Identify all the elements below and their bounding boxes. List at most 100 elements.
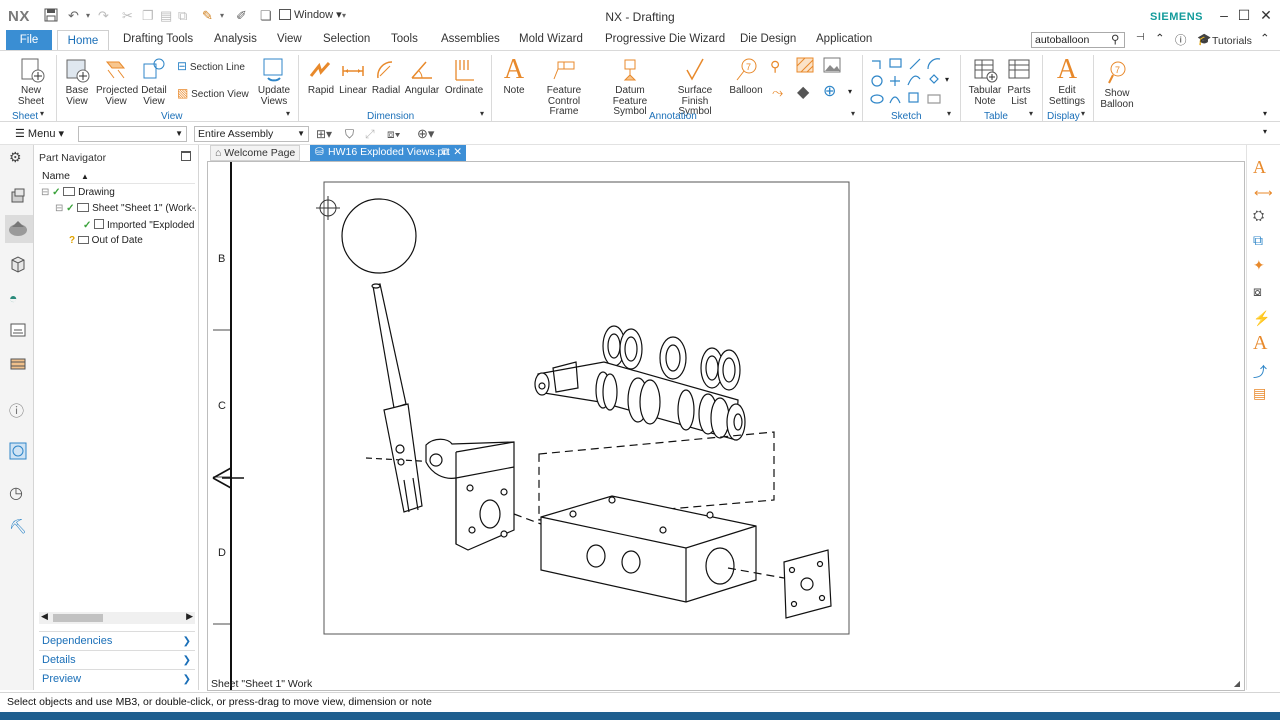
sketch-group-more[interactable]: ▾ — [947, 109, 951, 118]
web-browser-icon[interactable] — [9, 321, 27, 339]
redo-icon[interactable]: ↷ — [98, 8, 109, 24]
view-group-more[interactable]: ▾ — [286, 109, 290, 118]
display-group-more[interactable]: ▾ — [1081, 109, 1085, 118]
gear-icon[interactable]: ⚙ — [9, 149, 27, 167]
note-icon[interactable]: A — [1253, 332, 1267, 355]
snap-options-icon[interactable]: ⧈▾ — [387, 127, 401, 142]
cut-icon[interactable]: ✂ — [122, 8, 133, 24]
tab-progressive-die-wizard[interactable]: Progressive Die Wizard — [605, 33, 725, 45]
tab-application[interactable]: Application — [816, 33, 872, 45]
tab-die-design[interactable]: Die Design — [740, 33, 796, 45]
feature-control-frame-button[interactable]: Feature Control Frame — [533, 56, 595, 118]
scrollbar-thumb[interactable] — [53, 614, 103, 622]
search-icon[interactable]: ⚲ — [1111, 32, 1119, 46]
angular-dimension-button[interactable]: Angular — [404, 56, 440, 97]
base-view-button[interactable]: Base View — [60, 56, 94, 107]
tab-hw16-exploded-views[interactable]: ⛁ HW16 Exploded Views.prt ⧉ ✕ — [310, 145, 466, 161]
curve-icon[interactable]: ⤴ — [1253, 362, 1267, 382]
hd3d-tools-icon[interactable]: ◓ — [9, 290, 27, 308]
system-materials-icon[interactable] — [9, 442, 27, 460]
linear-dim-icon[interactable]: ⟷ — [1254, 185, 1273, 201]
tree-node-drawing[interactable]: ⊟ ✓ Drawing — [41, 187, 195, 198]
center-mark-icon[interactable]: ⊕ — [823, 81, 836, 101]
note-button[interactable]: A Note — [498, 56, 530, 97]
undo-icon[interactable]: ↶ — [68, 8, 79, 24]
ribbon-options-icon[interactable]: ⌃ — [1260, 31, 1270, 45]
system-scenes-icon[interactable]: ⛏ — [9, 518, 27, 536]
hatch-icon[interactable] — [796, 57, 814, 76]
scroll-left-icon[interactable]: ◀ — [41, 611, 48, 622]
dimension-group-more[interactable]: ▾ — [480, 109, 484, 118]
reuse-library-icon[interactable] — [9, 255, 27, 273]
process-studio-icon[interactable]: ⓘ — [9, 400, 27, 420]
new-sheet-button[interactable]: New Sheet — [14, 56, 48, 107]
collapse-toggle-icon[interactable]: ⊟ — [41, 187, 49, 198]
general-selection-icon[interactable]: ⊞▾ — [316, 127, 332, 141]
preview-panel-header[interactable]: Preview ❯ — [39, 669, 195, 688]
tab-analysis[interactable]: Analysis — [214, 33, 257, 45]
navigator-horizontal-scrollbar[interactable]: ◀ ▶ — [39, 611, 195, 624]
pencil-icon[interactable]: ✐ — [236, 8, 247, 24]
help-icon[interactable]: ⓘ — [1175, 32, 1187, 48]
tree-node-imported-view[interactable]: ✓ Imported "Exploded — [83, 219, 197, 231]
collapse-toggle-icon[interactable]: ⊟ — [55, 203, 63, 214]
tab-tools[interactable]: Tools — [391, 33, 418, 45]
maximize-button[interactable]: ☐ — [1237, 7, 1251, 24]
selection-scope-dropdown[interactable]: Entire Assembly ▼ — [194, 126, 309, 142]
tab-welcome-page[interactable]: ⌂ Welcome Page — [210, 145, 301, 161]
tab-file[interactable]: File — [6, 30, 52, 51]
image-icon[interactable] — [823, 57, 841, 76]
tab-assemblies[interactable]: Assemblies — [441, 33, 500, 45]
tree-node-sheet-1[interactable]: ⊟ ✓ Sheet "Sheet 1" (Work-A — [55, 203, 196, 214]
annotation-group-more[interactable]: ▾ — [851, 109, 855, 118]
target-point-icon[interactable]: ◆ — [797, 82, 809, 102]
qat-customize-icon[interactable]: ▾ — [342, 11, 346, 20]
layout-icon[interactable]: ⊣ — [1136, 32, 1145, 43]
tab-drafting-tools[interactable]: Drafting Tools — [123, 33, 193, 45]
detail-view-button[interactable]: Detail View — [138, 56, 170, 107]
toolbar-more-dropdown[interactable]: ▾ — [1263, 127, 1267, 136]
details-panel-header[interactable]: Details ❯ — [39, 650, 195, 669]
tutorials-link[interactable]: Tutorials — [1212, 35, 1252, 47]
undock-icon[interactable]: ⧉ — [442, 145, 450, 160]
tab-mold-wizard[interactable]: Mold Wizard — [519, 33, 583, 45]
section-view-button[interactable]: ▧ Section View — [177, 87, 249, 101]
minimize-button[interactable]: – — [1217, 7, 1231, 23]
switch-window-icon[interactable]: ❏ — [260, 8, 272, 24]
hatch-tool-icon[interactable]: ▤ — [1253, 385, 1266, 402]
zoom-annotation-icon[interactable]: ⚲ — [770, 58, 780, 75]
history-icon[interactable] — [9, 355, 27, 373]
filter-icon[interactable]: ⛉ — [345, 127, 354, 142]
undo-dropdown-icon[interactable]: ▾ — [86, 11, 90, 20]
add-component-icon[interactable]: ⛭ — [1253, 207, 1264, 224]
menu-button[interactable]: ☰ Menu ▾ — [15, 127, 64, 140]
sheet-group-more[interactable]: ▾ — [40, 109, 44, 118]
touch-mode-icon[interactable]: ✎ — [202, 8, 213, 24]
tree-node-out-of-date[interactable]: ? Out of Date — [69, 235, 195, 246]
weld-symbol-icon[interactable]: ⤳ — [772, 84, 783, 101]
tabular-note-button[interactable]: Tabular Note — [966, 56, 1004, 107]
close-button[interactable]: ✕ — [1259, 7, 1273, 24]
name-column-header[interactable]: Name ▲ — [39, 170, 195, 184]
update-views-button[interactable]: Update Views — [256, 56, 292, 107]
collapse-ribbon-icon[interactable]: ⌃ — [1155, 31, 1165, 45]
graphics-window[interactable]: B C D Sheet "Sheet 1" Work ◢ — [207, 161, 1245, 691]
tab-view[interactable]: View — [277, 33, 302, 45]
balloon-button[interactable]: 7 Balloon — [728, 56, 764, 97]
linear-dimension-button[interactable]: Linear — [338, 56, 368, 97]
snap-point-icon[interactable]: ⊕▾ — [417, 126, 434, 142]
select-all-icon[interactable]: ⤢ — [365, 127, 375, 142]
navigator-pin-icon[interactable] — [181, 151, 191, 161]
ordinate-dimension-button[interactable]: Ordinate — [444, 56, 484, 97]
edit-settings-button[interactable]: A Edit Settings — [1047, 56, 1087, 107]
annotation-style-icon[interactable]: A — [1253, 157, 1266, 178]
paste-icon[interactable]: ▤ — [160, 8, 172, 24]
touch-dropdown-icon[interactable]: ▾ — [220, 11, 224, 20]
repeat-icon[interactable]: ⧉ — [178, 8, 187, 24]
sketch-more-dropdown[interactable]: ▾ — [945, 75, 949, 84]
save-icon[interactable] — [44, 8, 58, 25]
tab-home[interactable]: Home — [57, 30, 109, 51]
rapid-dimension-button[interactable]: Rapid — [306, 56, 336, 97]
section-view-icon[interactable]: ⧇ — [1253, 283, 1262, 300]
roles-icon[interactable]: ◷ — [9, 483, 27, 502]
